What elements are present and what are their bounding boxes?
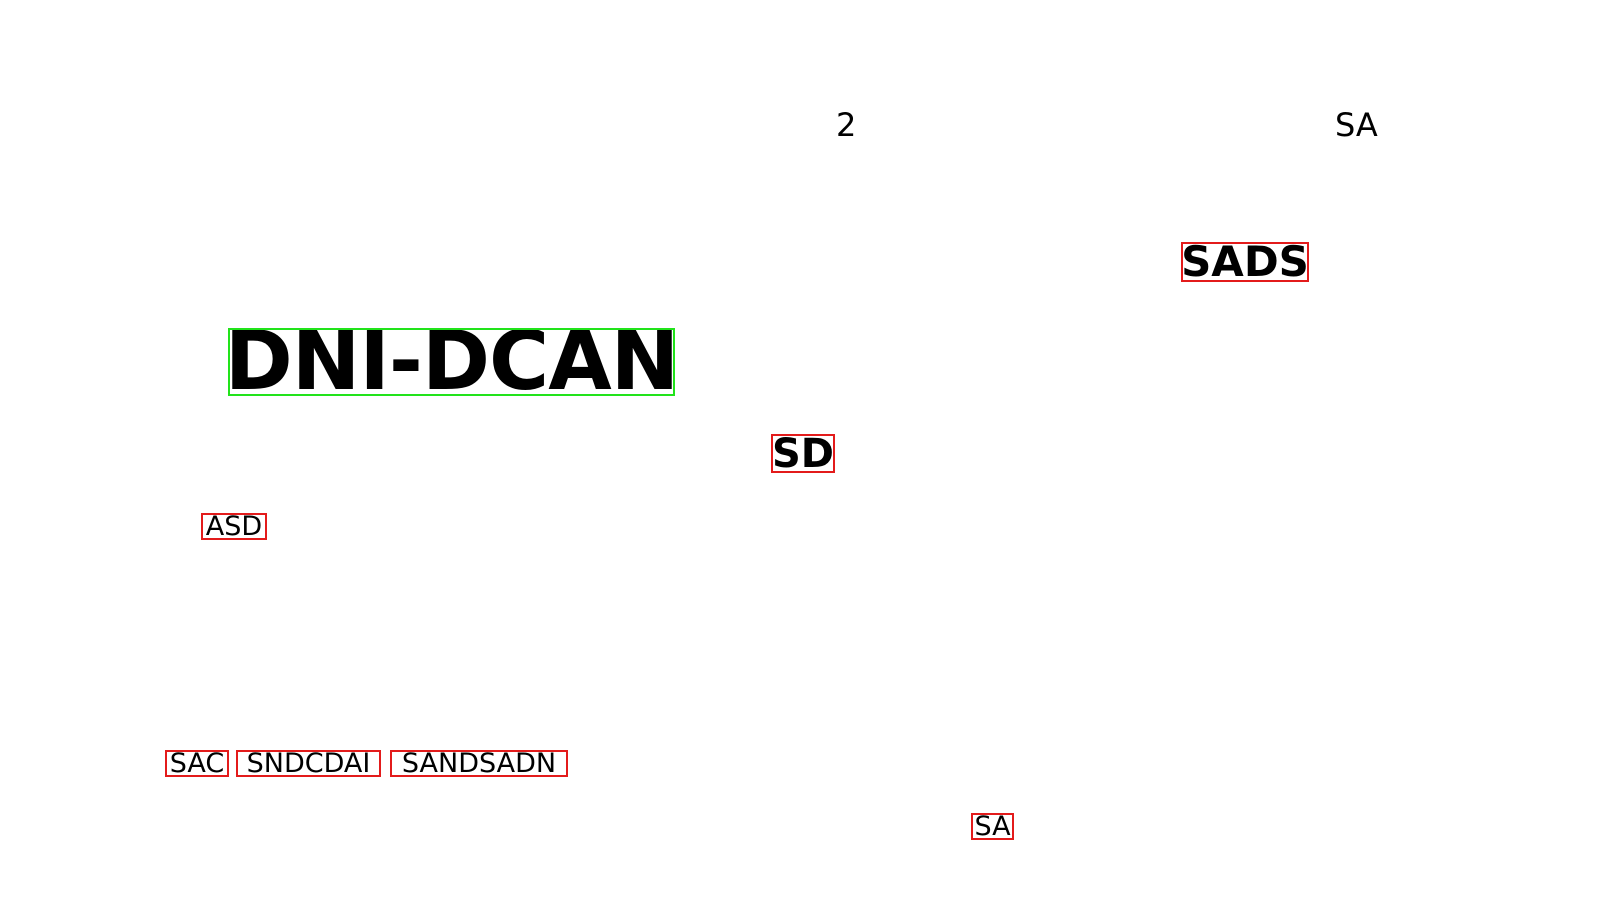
top-right-label: SA bbox=[1335, 106, 1378, 144]
sd-label: SD bbox=[771, 434, 835, 473]
bottom-sa-label: SA bbox=[971, 813, 1014, 840]
asd-label: ASD bbox=[201, 513, 267, 540]
sandsadn-label: SANDSADN bbox=[390, 750, 568, 777]
number-label: 2 bbox=[836, 106, 857, 144]
sndcdai-label: SNDCDAI bbox=[236, 750, 381, 777]
main-title: DNI-DCAN bbox=[228, 328, 675, 396]
sac-label: SAC bbox=[165, 750, 229, 777]
sads-label: SADS bbox=[1181, 242, 1309, 282]
